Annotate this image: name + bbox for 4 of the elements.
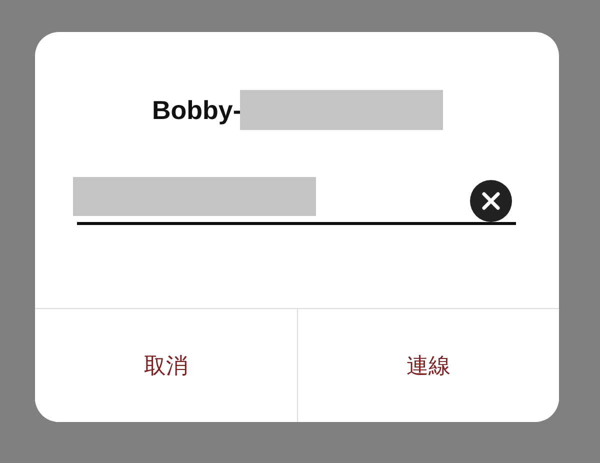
clear-button[interactable]: [470, 180, 512, 222]
close-icon: [470, 180, 512, 222]
dialog-button[interactable]: 連線: [296, 309, 559, 422]
dialog-title: Bobby-: [152, 95, 242, 125]
